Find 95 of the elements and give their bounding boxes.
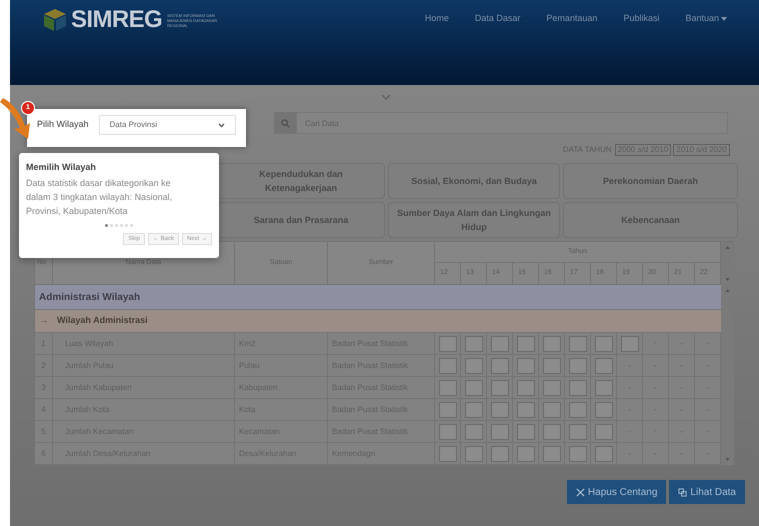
checkbox[interactable]	[542, 402, 560, 418]
checkbox[interactable]	[516, 402, 534, 418]
checkbox[interactable]	[438, 446, 456, 462]
table-cell: -	[654, 382, 657, 394]
checkbox[interactable]	[516, 358, 534, 374]
table-cell: -	[680, 448, 683, 460]
search-button[interactable]	[274, 112, 296, 134]
action-button[interactable]: Hapus Centang	[566, 480, 666, 504]
group-heading: Administrasi Wilayah	[39, 290, 140, 304]
checkbox[interactable]	[620, 336, 638, 352]
checkbox[interactable]	[568, 380, 586, 396]
checkbox[interactable]	[438, 424, 456, 440]
checkbox[interactable]	[438, 336, 456, 352]
checkbox[interactable]	[594, 424, 612, 440]
copy-icon	[678, 488, 688, 496]
scroll-up-icon	[725, 289, 730, 292]
scroll-down-icon	[725, 458, 730, 461]
checkbox[interactable]	[568, 358, 586, 374]
checkbox[interactable]	[438, 402, 456, 418]
table-cell: -	[654, 404, 657, 416]
table-cell: -	[654, 360, 657, 372]
table-cell: -	[628, 426, 631, 438]
table-cell: -	[654, 448, 657, 460]
checkbox[interactable]	[594, 402, 612, 418]
tour-text: Data statistik dasar dikategorikan ke dalam 3 tingkatan wilayah: Nasional, Provinsi, Kabupaten/Kota	[26, 176, 174, 218]
table-cell: -	[628, 448, 631, 460]
table-cell: -	[706, 448, 709, 460]
checkbox[interactable]	[516, 380, 534, 396]
chevron-down-icon	[218, 122, 225, 128]
tour-title: Memilih Wilayah	[26, 161, 97, 174]
checkbox[interactable]	[490, 380, 508, 396]
checkbox[interactable]	[516, 336, 534, 352]
table-cell: -	[654, 338, 657, 350]
table-cell: -	[680, 382, 683, 394]
checkbox[interactable]	[542, 424, 560, 440]
chevron-down-icon	[381, 94, 391, 100]
table-cell: -	[680, 404, 683, 416]
nav-link[interactable]: Pemantauan	[546, 12, 598, 26]
checkbox[interactable]	[542, 446, 560, 462]
table-cell: -	[706, 360, 709, 372]
checkbox[interactable]	[490, 424, 508, 440]
checkbox[interactable]	[594, 336, 612, 352]
checkbox[interactable]	[438, 358, 456, 374]
checkbox[interactable]	[594, 380, 612, 396]
table-cell: -	[706, 382, 709, 394]
table-cell: -	[706, 426, 709, 438]
checkbox[interactable]	[568, 336, 586, 352]
nav-link[interactable]: Publikasi	[623, 12, 660, 26]
checkbox[interactable]	[490, 336, 508, 352]
checkbox[interactable]	[464, 424, 482, 440]
checkbox[interactable]	[568, 424, 586, 440]
caret-icon	[721, 16, 727, 21]
scroll-down-icon	[725, 278, 730, 281]
table-cell: -	[628, 404, 631, 416]
checkbox[interactable]	[464, 402, 482, 418]
table-cell: -	[680, 360, 683, 372]
checkbox[interactable]	[542, 336, 560, 352]
checkbox[interactable]	[464, 446, 482, 462]
checkbox[interactable]	[542, 358, 560, 374]
nav-link[interactable]: Home	[424, 12, 449, 26]
table-cell: -	[654, 426, 657, 438]
table-cell: -	[706, 404, 709, 416]
checkbox[interactable]	[464, 380, 482, 396]
scrollbar[interactable]	[721, 285, 734, 465]
nav-link[interactable]: Bantuan	[685, 12, 727, 26]
close-icon	[576, 488, 585, 496]
region-label: Pilih Wilayah	[37, 118, 89, 131]
table-cell: -	[628, 382, 631, 394]
subgroup-heading: Wilayah Administrasi	[57, 314, 148, 328]
table-cell: -	[680, 338, 683, 350]
action-button[interactable]: Lihat Data	[669, 480, 745, 504]
logo-text: SIMREG	[71, 8, 162, 32]
checkbox[interactable]	[594, 358, 612, 374]
search-icon	[280, 118, 290, 128]
checkbox[interactable]	[594, 446, 612, 462]
checkbox[interactable]	[490, 402, 508, 418]
checkbox[interactable]	[542, 380, 560, 396]
checkbox[interactable]	[490, 358, 508, 374]
checkbox[interactable]	[438, 380, 456, 396]
nav-link[interactable]: Data Dasar	[474, 12, 520, 26]
logo-icon	[42, 8, 68, 32]
table-cell: -	[628, 360, 631, 372]
checkbox[interactable]	[516, 424, 534, 440]
checkbox[interactable]	[516, 446, 534, 462]
checkbox[interactable]	[568, 446, 586, 462]
scroll-up-icon	[725, 246, 730, 249]
checkbox[interactable]	[490, 446, 508, 462]
checkbox[interactable]	[464, 336, 482, 352]
table-cell: -	[680, 426, 683, 438]
pointer-arrow-icon	[0, 98, 32, 140]
checkbox[interactable]	[568, 402, 586, 418]
table-cell: -	[706, 338, 709, 350]
checkbox[interactable]	[464, 358, 482, 374]
arrow-icon: →	[35, 314, 53, 328]
region-select[interactable]: Data Provinsi	[98, 115, 236, 135]
